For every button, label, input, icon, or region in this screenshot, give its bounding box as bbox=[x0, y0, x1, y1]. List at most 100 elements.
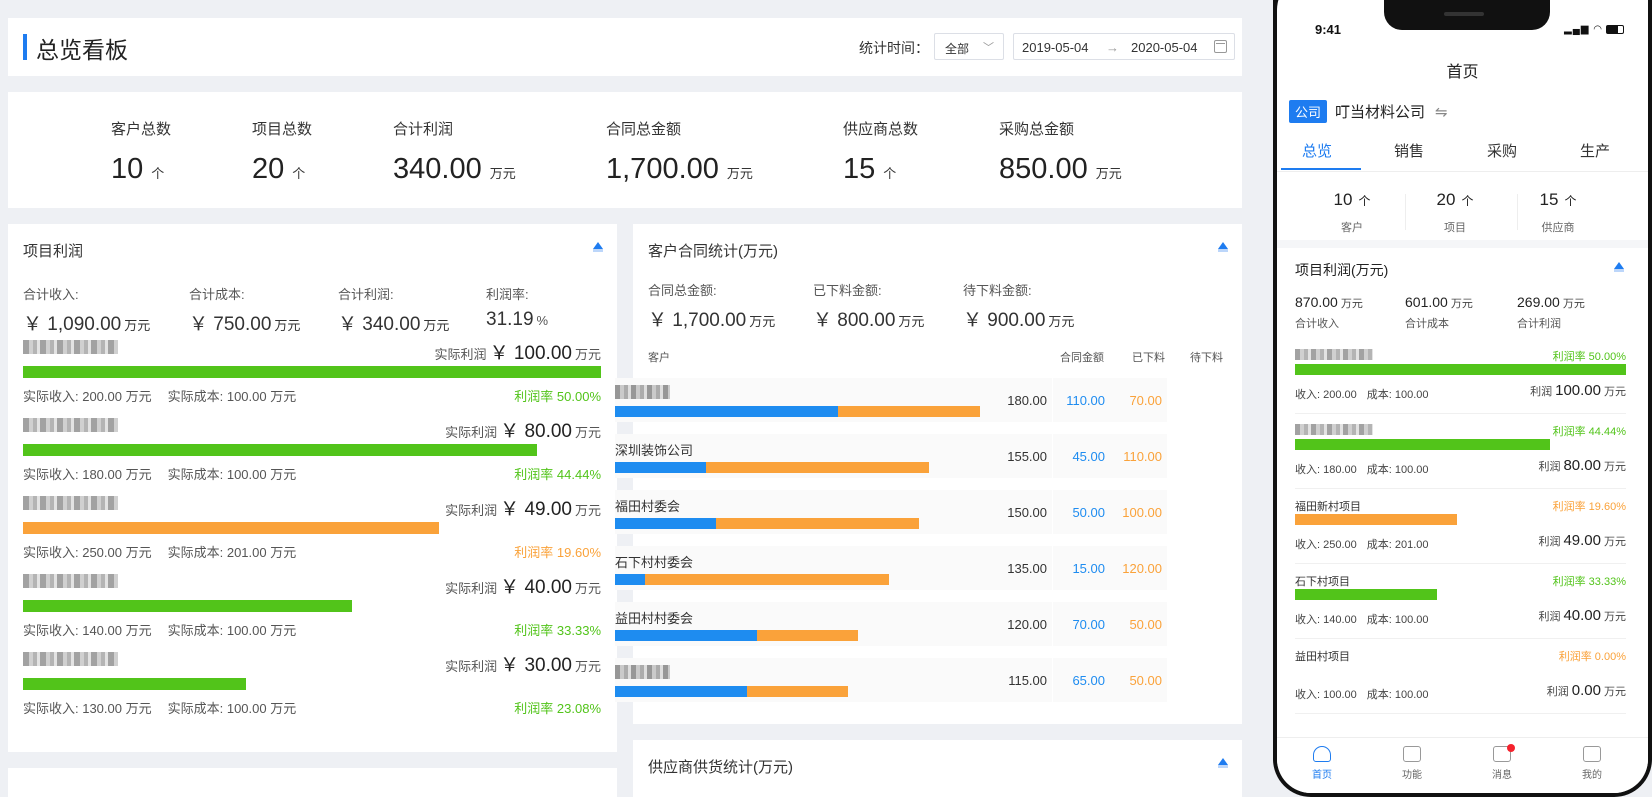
page-title: 总览看板 bbox=[36, 37, 128, 63]
row-profit: 利润 0.00 万元 bbox=[1546, 682, 1626, 699]
done-bar bbox=[615, 518, 717, 529]
profit-bar bbox=[1295, 439, 1550, 450]
row-profit: 利润 40.00 万元 bbox=[1538, 607, 1626, 624]
pending-total: 待下料金额: ￥ 900.00 万元 bbox=[963, 283, 1075, 331]
home-icon bbox=[1313, 746, 1331, 762]
col-pending: 待下料 bbox=[1190, 352, 1223, 364]
collapse-icon[interactable] bbox=[1218, 758, 1228, 768]
done-bar bbox=[615, 630, 757, 641]
tabbar-functions[interactable]: 功能 bbox=[1387, 746, 1437, 781]
stat-label: 项目总数 bbox=[252, 121, 313, 138]
date-from[interactable]: 2019-05-04 bbox=[1022, 40, 1089, 55]
row-profit-rate: 利润率 19.60% bbox=[1552, 501, 1626, 513]
customer-row[interactable]: 115.00 65.00 50.00 bbox=[615, 658, 1167, 702]
row-profit-rate: 利润率 19.60% bbox=[514, 545, 601, 560]
tabbar-home[interactable]: 首页 bbox=[1297, 746, 1347, 781]
row-profit: 利润 100.00 万元 bbox=[1530, 382, 1626, 399]
list-icon bbox=[1583, 746, 1601, 762]
mobile-total-cost: 601.00 万元 合计成本 bbox=[1405, 294, 1473, 330]
contract-amount: 120.00 bbox=[1007, 617, 1047, 632]
signal-wifi-battery-icon: ▂▄▆ ◠ bbox=[1564, 24, 1624, 35]
pending-bar bbox=[756, 630, 859, 641]
income-cost: 收入: 140.00 成本: 100.00 bbox=[1295, 614, 1429, 626]
mobile-page-title: 首页 bbox=[1446, 64, 1479, 81]
customer-row[interactable]: 福田村委会 150.00 50.00 100.00 bbox=[615, 490, 1167, 534]
stat-value: 1,700.00 万元 bbox=[606, 153, 753, 185]
col-done: 已下料 bbox=[1132, 352, 1165, 364]
mobile-project-row[interactable]: 利润率 50.00% 收入: 200.00 成本: 100.00 利润 100.00 万元 bbox=[1295, 342, 1626, 414]
divider bbox=[1052, 434, 1053, 478]
done-bar bbox=[615, 574, 646, 585]
project-name: 益田村项目 bbox=[1295, 651, 1350, 663]
collapse-icon[interactable] bbox=[1218, 242, 1228, 252]
lower-panel bbox=[8, 768, 617, 797]
stat-contract: 合同总金额 1,700.00 万元 bbox=[606, 118, 753, 186]
supplier-panel: 供应商供货统计(万元) bbox=[633, 740, 1242, 797]
actual-profit: 实际利润 ￥ 30.00 万元 bbox=[445, 655, 601, 676]
col-amount: 合同金额 bbox=[1060, 352, 1104, 364]
calendar-icon[interactable] bbox=[1214, 40, 1227, 53]
panel-title: 项目利润 bbox=[23, 243, 84, 260]
customer-row[interactable]: 深圳装饰公司 155.00 45.00 110.00 bbox=[615, 434, 1167, 478]
stat-label: 采购总金额 bbox=[999, 121, 1075, 138]
active-tab-indicator bbox=[1281, 168, 1361, 170]
income-cost: 收入: 100.00 成本: 100.00 bbox=[1295, 689, 1429, 701]
row-profit-rate: 利润率 23.08% bbox=[514, 701, 601, 716]
mobile-preview: 9:41 ▂▄▆ ◠ 首页 公司 叮当材料公司 ⇋ 总览 销售 采购 生产 10 个客… bbox=[1273, 0, 1652, 797]
date-range-picker[interactable]: 2019-05-04 → 2020-05-04 bbox=[1013, 33, 1235, 60]
mobile-stat-projects: 20 个项目 bbox=[1436, 190, 1474, 234]
customer-row[interactable]: 180.00 110.00 70.00 bbox=[615, 378, 1167, 422]
pending-amount: 120.00 bbox=[1122, 561, 1162, 576]
project-row[interactable]: 实际利润 ￥ 30.00 万元实际收入: 130.00 万元 实际成本: 100.00… bbox=[23, 650, 601, 728]
stat-purchase: 采购总金额 850.00 万元 bbox=[999, 118, 1122, 186]
pending-bar bbox=[716, 518, 920, 529]
project-name-redacted bbox=[23, 418, 118, 432]
mobile-project-row[interactable]: 利润率 44.44% 收入: 180.00 成本: 100.00 利润 80.00 万元 bbox=[1295, 417, 1626, 489]
tab-purchase[interactable]: 采购 bbox=[1487, 140, 1517, 161]
mobile-project-row[interactable]: 福田新村项目 利润率 19.60% 收入: 250.00 成本: 201.00 利润 49… bbox=[1295, 492, 1626, 564]
divider bbox=[1052, 490, 1053, 534]
profit-bar bbox=[1295, 589, 1438, 600]
range-arrow-icon: → bbox=[1106, 40, 1119, 55]
done-bar bbox=[615, 406, 839, 417]
tabbar-mine[interactable]: 我的 bbox=[1567, 746, 1617, 781]
switch-icon[interactable]: ⇋ bbox=[1435, 104, 1448, 121]
total-cost: 合计成本: ￥ 750.00 万元 bbox=[189, 287, 301, 335]
row-profit-rate: 利润率 44.44% bbox=[514, 467, 601, 482]
contract-amount: 115.00 bbox=[1008, 673, 1047, 688]
actual-profit: 实际利润 ￥ 40.00 万元 bbox=[445, 577, 601, 598]
stat-profit: 合计利润 340.00 万元 bbox=[393, 118, 516, 186]
project-row[interactable]: 实际利润 ￥ 49.00 万元 实际收入: 250.00 万元 实际成本: 201.00… bbox=[23, 494, 601, 572]
tabbar-messages[interactable]: 消息 bbox=[1477, 744, 1527, 781]
stat-customers: 客户总数 10 个 bbox=[111, 118, 171, 186]
collapse-icon[interactable] bbox=[1614, 262, 1624, 272]
tab-overview[interactable]: 总览 bbox=[1302, 140, 1332, 161]
project-name-redacted bbox=[1295, 349, 1373, 360]
project-profit-panel: 项目利润 合计收入: ￥ 1,090.00 万元 合计成本: ￥ 750.00 万元 合… bbox=[8, 224, 617, 752]
project-row[interactable]: 实际利润 ￥ 40.00 万元 实际收入: 140.00 万元 实际成本: 100.00… bbox=[23, 572, 601, 650]
customer-row[interactable]: 石下村村委会 135.00 15.00 120.00 bbox=[615, 546, 1167, 590]
project-row[interactable]: 实际利润 ￥ 80.00 万元 实际收入: 180.00 万元 实际成本: 100.00… bbox=[23, 416, 601, 494]
row-profit-rate: 利润率 33.33% bbox=[514, 623, 601, 638]
stat-suppliers: 供应商总数 15 个 bbox=[843, 118, 918, 186]
income-cost: 收入: 200.00 成本: 100.00 bbox=[1295, 389, 1429, 401]
stat-value: 20 个 bbox=[252, 153, 306, 185]
scope-select[interactable]: 全部 ﹀ bbox=[934, 33, 1004, 60]
customer-name: 深圳装饰公司 bbox=[615, 443, 694, 458]
stat-value: 10 个 bbox=[111, 153, 165, 185]
row-profit-rate: 利润率 0.00% bbox=[1558, 651, 1626, 663]
tab-sales[interactable]: 销售 bbox=[1394, 140, 1424, 161]
tab-production[interactable]: 生产 bbox=[1580, 140, 1610, 161]
customer-row[interactable]: 益田村村委会 120.00 70.00 50.00 bbox=[615, 602, 1167, 646]
mobile-project-row[interactable]: 石下村项目 利润率 33.33% 收入: 140.00 成本: 100.00 利润 40.… bbox=[1295, 567, 1626, 639]
company-switcher[interactable]: 公司 叮当材料公司 ⇋ bbox=[1289, 100, 1448, 123]
mobile-project-row[interactable]: 益田村项目 利润率 0.00% 收入: 100.00 成本: 100.00 利润 0.00… bbox=[1295, 642, 1626, 714]
done-amount: 110.00 bbox=[1066, 393, 1105, 408]
project-row[interactable]: 实际利润 ￥ 100.00 万元 实际收入: 200.00 万元 实际成本: 100.0… bbox=[23, 338, 601, 416]
date-to[interactable]: 2020-05-04 bbox=[1131, 40, 1198, 55]
collapse-icon[interactable] bbox=[593, 242, 603, 252]
panel-title: 客户合同统计(万元) bbox=[648, 243, 778, 260]
income-cost: 实际收入: 130.00 万元 实际成本: 100.00 万元 bbox=[23, 701, 297, 716]
project-name-redacted bbox=[1295, 424, 1373, 435]
profit-bar bbox=[23, 366, 601, 378]
